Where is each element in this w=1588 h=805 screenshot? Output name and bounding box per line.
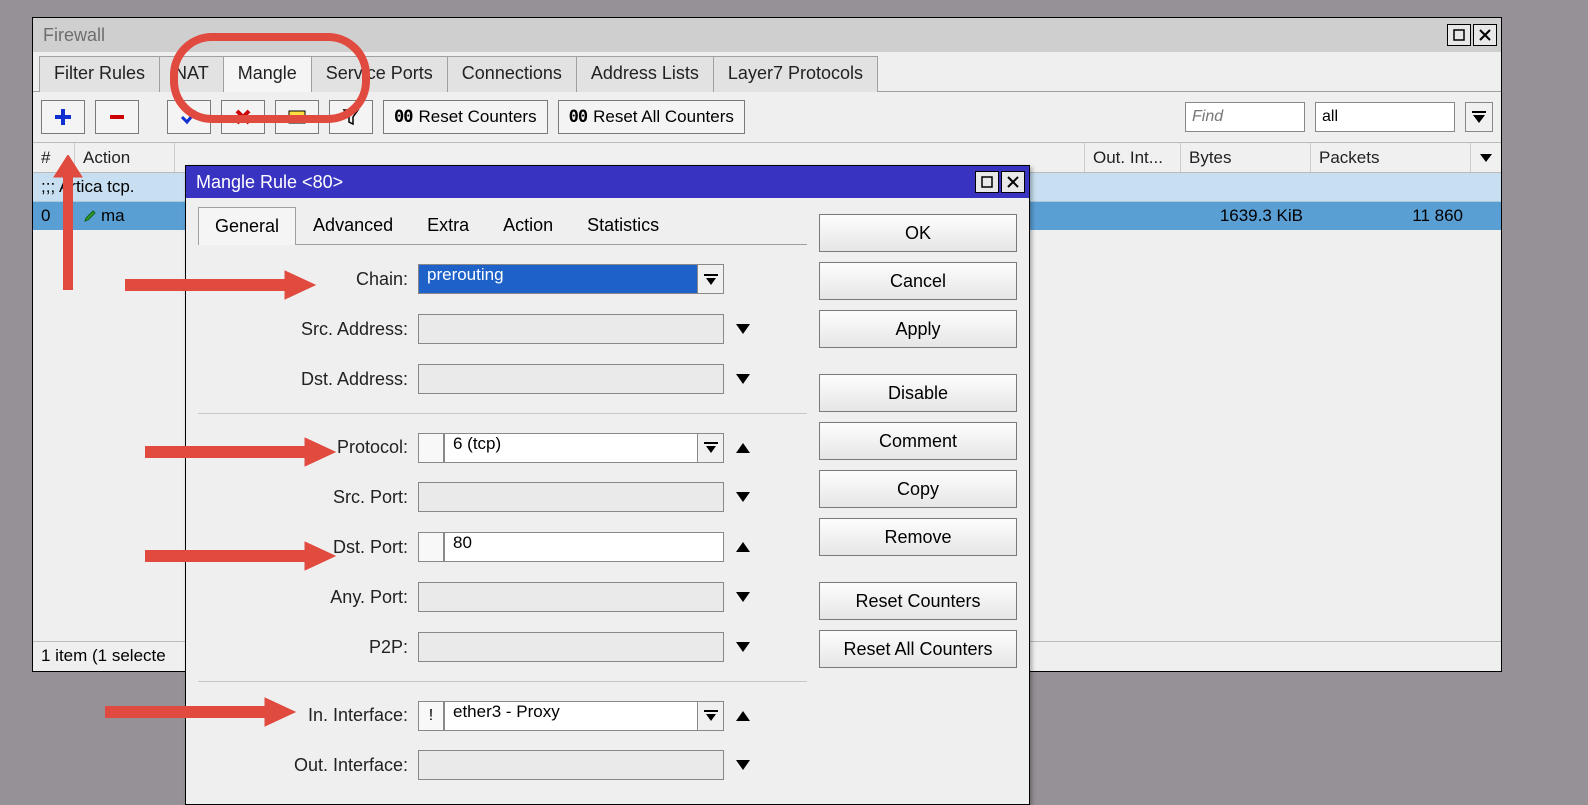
- tab-address-lists[interactable]: Address Lists: [576, 56, 714, 92]
- tab-mangle[interactable]: Mangle: [223, 56, 312, 92]
- reset-counters-button[interactable]: 00Reset Counters: [383, 100, 548, 134]
- dst-port-label: Dst. Port:: [198, 537, 418, 558]
- src-port-input[interactable]: [418, 482, 724, 512]
- comment-button[interactable]: [275, 100, 319, 134]
- any-port-label: Any. Port:: [198, 587, 418, 608]
- col-bytes[interactable]: Bytes: [1181, 143, 1311, 172]
- remove-button[interactable]: [95, 100, 139, 134]
- src-address-expand[interactable]: [730, 314, 756, 344]
- col-packets[interactable]: Packets: [1311, 143, 1471, 172]
- dialog-minimize-icon[interactable]: [975, 171, 999, 193]
- reset-counters-button[interactable]: Reset Counters: [819, 582, 1017, 620]
- remove-button[interactable]: Remove: [819, 518, 1017, 556]
- p2p-input[interactable]: [418, 632, 724, 662]
- dialog-button-panel: OK Cancel Apply Disable Comment Copy Rem…: [819, 198, 1029, 804]
- protocol-dropdown-button[interactable]: [698, 433, 724, 463]
- chain-label: Chain:: [198, 269, 418, 290]
- dst-port-negate[interactable]: [418, 532, 444, 562]
- in-interface-label: In. Interface:: [198, 705, 418, 726]
- in-interface-input[interactable]: ether3 - Proxy: [444, 701, 698, 731]
- cell-packets: 11 860: [1311, 206, 1471, 226]
- copy-button[interactable]: Copy: [819, 470, 1017, 508]
- minimize-icon[interactable]: [1447, 24, 1471, 46]
- tab-connections[interactable]: Connections: [447, 56, 577, 92]
- dialog-title: Mangle Rule <80>: [196, 172, 343, 193]
- filter-button[interactable]: [329, 100, 373, 134]
- tab-filter-rules[interactable]: Filter Rules: [39, 56, 160, 92]
- p2p-expand[interactable]: [730, 632, 756, 662]
- enable-button[interactable]: [167, 100, 211, 134]
- close-icon[interactable]: [1473, 24, 1497, 46]
- counter-icon: 00: [394, 107, 412, 127]
- col-out-interface[interactable]: Out. Int...: [1085, 143, 1181, 172]
- dialog-tabs: General Advanced Extra Action Statistics: [198, 206, 807, 245]
- chain-dropdown-button[interactable]: [698, 264, 724, 294]
- dst-port-collapse[interactable]: [730, 532, 756, 562]
- dialog-close-icon[interactable]: [1001, 171, 1025, 193]
- protocol-collapse[interactable]: [730, 433, 756, 463]
- counter-icon: 00: [569, 107, 587, 127]
- tab-nat[interactable]: NAT: [159, 56, 224, 92]
- firewall-toolbar: 00Reset Counters 00Reset All Counters al…: [33, 92, 1501, 143]
- tab-layer7[interactable]: Layer7 Protocols: [713, 56, 878, 92]
- tab-service-ports[interactable]: Service Ports: [311, 56, 448, 92]
- chain-input[interactable]: prerouting: [418, 264, 698, 294]
- disable-button[interactable]: [221, 100, 265, 134]
- reset-all-counters-button[interactable]: 00Reset All Counters: [558, 100, 745, 134]
- any-port-expand[interactable]: [730, 582, 756, 612]
- in-interface-negate[interactable]: !: [418, 701, 444, 731]
- firewall-tabs: Filter Rules NAT Mangle Service Ports Co…: [33, 52, 1501, 92]
- cancel-button[interactable]: Cancel: [819, 262, 1017, 300]
- apply-button[interactable]: Apply: [819, 310, 1017, 348]
- search-input[interactable]: [1185, 102, 1305, 132]
- dst-port-input[interactable]: 80: [444, 532, 724, 562]
- ok-button[interactable]: OK: [819, 214, 1017, 252]
- reset-all-counters-button[interactable]: Reset All Counters: [819, 630, 1017, 668]
- out-interface-expand[interactable]: [730, 750, 756, 780]
- dialog-tab-statistics[interactable]: Statistics: [570, 206, 676, 244]
- in-interface-collapse[interactable]: [730, 701, 756, 731]
- cell-index: 0: [33, 206, 75, 226]
- dialog-tab-general[interactable]: General: [198, 207, 296, 245]
- filter-select[interactable]: all: [1315, 102, 1455, 132]
- dialog-form: Chain: prerouting Src. Address: Dst. Add…: [198, 245, 807, 781]
- dialog-tab-extra[interactable]: Extra: [410, 206, 486, 244]
- add-button[interactable]: [41, 100, 85, 134]
- src-address-label: Src. Address:: [198, 319, 418, 340]
- out-interface-label: Out. Interface:: [198, 755, 418, 776]
- cell-action: ma: [75, 206, 175, 226]
- protocol-negate[interactable]: [418, 433, 444, 463]
- p2p-label: P2P:: [198, 637, 418, 658]
- firewall-title: Firewall: [43, 25, 105, 46]
- mangle-rule-dialog: Mangle Rule <80> General Advanced Extra …: [185, 165, 1030, 805]
- src-port-expand[interactable]: [730, 482, 756, 512]
- protocol-label: Protocol:: [198, 437, 418, 458]
- src-address-input[interactable]: [418, 314, 724, 344]
- comment-button[interactable]: Comment: [819, 422, 1017, 460]
- disable-button[interactable]: Disable: [819, 374, 1017, 412]
- col-index[interactable]: #: [33, 143, 75, 172]
- src-port-label: Src. Port:: [198, 487, 418, 508]
- pencil-icon: [83, 209, 97, 223]
- filter-dropdown-button[interactable]: [1465, 102, 1493, 132]
- column-chooser-button[interactable]: [1471, 143, 1501, 172]
- dialog-titlebar: Mangle Rule <80>: [186, 166, 1029, 198]
- dialog-tab-action[interactable]: Action: [486, 206, 570, 244]
- out-interface-input[interactable]: [418, 750, 724, 780]
- cell-bytes: 1639.3 KiB: [1181, 206, 1311, 226]
- any-port-input[interactable]: [418, 582, 724, 612]
- col-action[interactable]: Action: [75, 143, 175, 172]
- dst-address-expand[interactable]: [730, 364, 756, 394]
- protocol-input[interactable]: 6 (tcp): [444, 433, 698, 463]
- firewall-titlebar: Firewall: [33, 18, 1501, 52]
- dialog-tab-advanced[interactable]: Advanced: [296, 206, 410, 244]
- dst-address-label: Dst. Address:: [198, 369, 418, 390]
- dst-address-input[interactable]: [418, 364, 724, 394]
- in-interface-dropdown-button[interactable]: [698, 701, 724, 731]
